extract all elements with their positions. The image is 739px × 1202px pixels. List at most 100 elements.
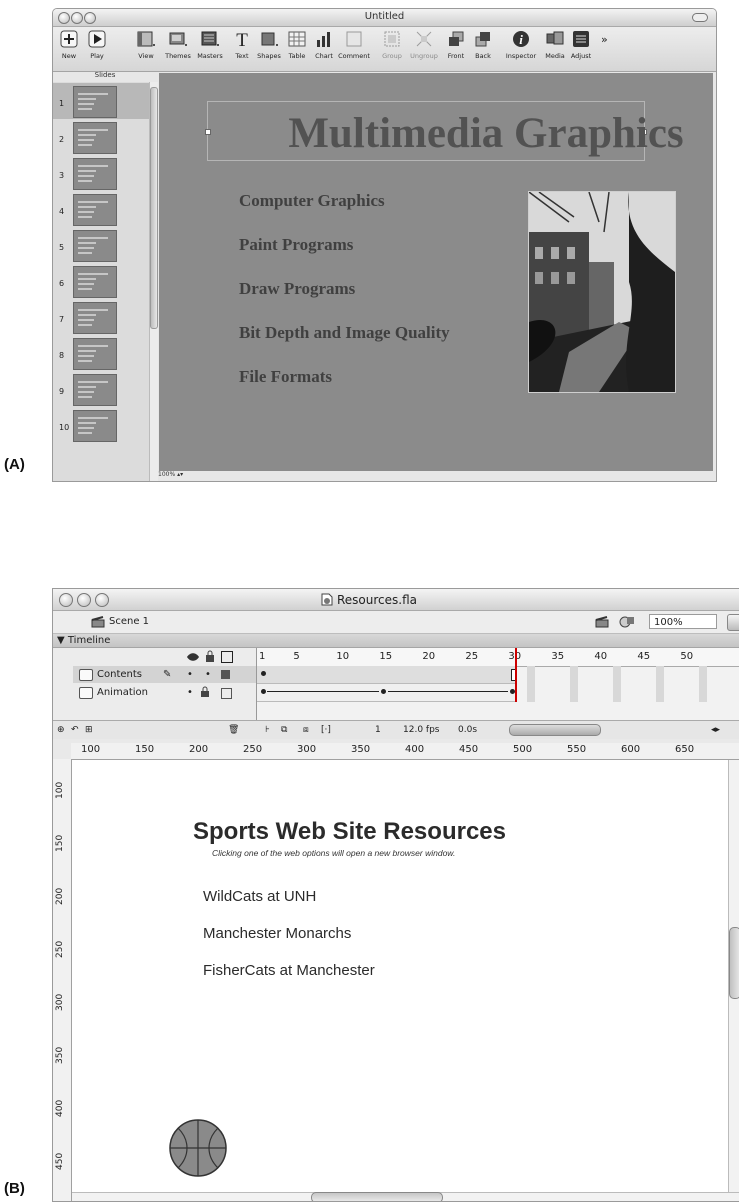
slide-thumbnail-row[interactable]: 10 — [53, 407, 157, 443]
scene-name[interactable]: Scene 1 — [109, 616, 149, 627]
timeline: Contents ✎ • • Animation • 1510152025303… — [53, 648, 739, 739]
outline-toggle-icon[interactable] — [221, 651, 233, 663]
new-button[interactable]: New — [57, 30, 81, 60]
themes-button[interactable]: Themes — [165, 30, 191, 60]
inspector-icon: i — [513, 31, 529, 47]
add-layer-icon[interactable]: ⊕ — [57, 725, 65, 735]
ruler-number: 250 — [55, 940, 65, 958]
layer-row-contents[interactable]: Contents ✎ • • — [73, 666, 256, 683]
add-folder-icon[interactable]: ⊞ — [85, 725, 93, 735]
front-icon — [449, 31, 464, 46]
slide-thumbnail-row[interactable]: 9 — [53, 371, 157, 407]
slide-number: 4 — [59, 207, 65, 216]
basketball-graphic[interactable] — [168, 1118, 228, 1178]
shapes-button[interactable]: Shapes — [256, 30, 282, 60]
layer-row-animation[interactable]: Animation • — [73, 684, 256, 701]
masters-button[interactable]: Masters — [195, 30, 225, 60]
layer-color-swatch[interactable] — [221, 688, 232, 699]
frame-column — [613, 666, 621, 702]
slide-thumbnail[interactable] — [73, 302, 117, 334]
slide-thumbnail[interactable] — [73, 374, 117, 406]
edit-symbols-icon[interactable] — [619, 615, 635, 628]
keyframe[interactable] — [261, 671, 266, 676]
ungroup-button[interactable]: Ungroup — [408, 30, 440, 60]
slide-number: 2 — [59, 135, 65, 144]
media-button[interactable]: Media — [543, 30, 567, 60]
onion-skin-icon[interactable]: ⧉ — [281, 725, 287, 735]
show-hide-eye-icon[interactable] — [186, 652, 200, 662]
canal-photo[interactable] — [528, 191, 676, 393]
link-monarchs[interactable]: Manchester Monarchs — [203, 925, 351, 942]
layer-icon — [79, 669, 93, 681]
play-button[interactable]: Play — [85, 30, 109, 60]
trash-icon[interactable]: 🗑 — [228, 725, 239, 735]
vertical-ruler: 100 150 200 250 300 350 400 450 — [53, 759, 72, 1201]
zoom-dropdown-button[interactable] — [727, 614, 739, 631]
text-button[interactable]: T Text — [231, 30, 253, 60]
scroll-arrows-icon[interactable]: ◂▸ — [711, 725, 720, 735]
inspector-button[interactable]: i Inspector — [501, 30, 541, 60]
stage-horizontal-scroll-thumb[interactable] — [311, 1192, 443, 1201]
timeline-panel-header[interactable]: ▼ Timeline — [53, 634, 739, 648]
adjust-button[interactable]: Adjust — [569, 30, 593, 60]
edit-scene-icon[interactable] — [595, 615, 609, 628]
ruler-number: 500 — [513, 744, 533, 755]
toolbar-toggle-button[interactable] — [692, 13, 708, 22]
slide-thumbnail-row[interactable]: 2 — [53, 119, 157, 155]
edit-bar: Scene 1 100% — [53, 611, 739, 634]
layer-color-swatch[interactable] — [221, 670, 230, 679]
link-wildcats[interactable]: WildCats at UNH — [203, 888, 316, 905]
slide-thumbnail[interactable] — [73, 122, 117, 154]
front-button[interactable]: Front — [444, 30, 468, 60]
navigator-scroll-thumb[interactable] — [150, 87, 158, 329]
slide-thumbnail[interactable] — [73, 338, 117, 370]
slide-thumbnail[interactable] — [73, 230, 117, 262]
slide-thumbnail-row[interactable]: 1 — [53, 83, 157, 119]
minimize-window-button[interactable] — [77, 593, 91, 607]
panel-label-a: (A) — [4, 456, 25, 473]
stage-vertical-scroll-thumb[interactable] — [729, 927, 739, 999]
group-button[interactable]: Group — [379, 30, 405, 60]
slide-thumbnail[interactable] — [73, 266, 117, 298]
bullet-item: File Formats — [239, 367, 332, 386]
tween-arrow — [388, 691, 508, 692]
slide-thumbnail-row[interactable]: 7 — [53, 299, 157, 335]
slide-thumbnail-row[interactable]: 8 — [53, 335, 157, 371]
onion-markers-icon[interactable]: [·] — [321, 725, 331, 735]
slide-number: 1 — [59, 99, 65, 108]
slide-thumbnail[interactable] — [73, 194, 117, 226]
slide-thumbnail-row[interactable]: 6 — [53, 263, 157, 299]
back-button[interactable]: Back — [471, 30, 495, 60]
playhead[interactable] — [515, 648, 517, 702]
add-guide-icon[interactable]: ↶ — [71, 725, 79, 735]
window-title: Resources.fla — [337, 593, 418, 607]
timeline-scroll-thumb[interactable] — [509, 724, 601, 736]
lock-icon[interactable] — [205, 650, 215, 663]
zoom-field[interactable]: 100% — [649, 614, 717, 629]
table-button[interactable]: Table — [285, 30, 309, 60]
ruler-number: 350 — [55, 1046, 65, 1064]
close-window-button[interactable] — [59, 593, 73, 607]
link-fishercats[interactable]: FisherCats at Manchester — [203, 962, 375, 979]
slide-thumbnail[interactable] — [73, 158, 117, 190]
comment-button[interactable]: Comment — [337, 30, 371, 60]
slide-thumbnail[interactable] — [73, 86, 117, 118]
view-button[interactable]: View — [133, 30, 159, 60]
toolbar-label: Media — [545, 52, 565, 60]
chart-button[interactable]: Chart — [312, 30, 336, 60]
zoom-popup[interactable]: 100% ▴▾ — [158, 471, 228, 481]
frame-span-contents[interactable] — [257, 666, 517, 684]
frame-span-animation[interactable] — [257, 684, 517, 702]
edit-multiple-frames-icon[interactable]: ⧈ — [303, 725, 309, 735]
slide-thumbnail-row[interactable]: 4 — [53, 191, 157, 227]
slide-thumbnail-row[interactable]: 3 — [53, 155, 157, 191]
frame-ruler[interactable]: 15101520253035404550 — [257, 648, 739, 667]
keyframe[interactable] — [261, 689, 266, 694]
slide-thumbnail-row[interactable]: 5 — [53, 227, 157, 263]
keyframe[interactable] — [381, 689, 386, 694]
themes-icon — [169, 32, 187, 46]
slide-thumbnail[interactable] — [73, 410, 117, 442]
toolbar-overflow-button[interactable]: » — [601, 33, 608, 46]
zoom-window-button[interactable] — [95, 593, 109, 607]
center-frame-icon[interactable]: ⊦ — [265, 725, 270, 735]
